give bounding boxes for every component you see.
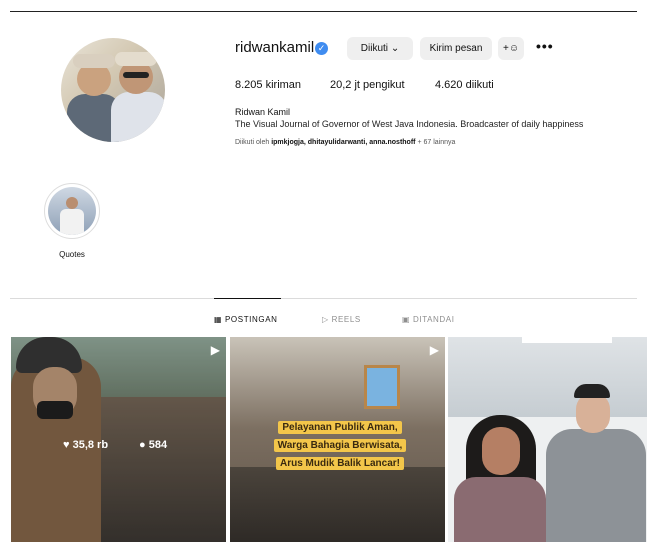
followed-by[interactable]: Diikuti oleh ipmkjogja, dhitayulidarwant…: [235, 139, 455, 146]
following-button-label: Diikuti: [360, 43, 389, 54]
profile-avatar[interactable]: [61, 38, 165, 142]
post-tile[interactable]: [448, 337, 647, 542]
tabs-divider: [10, 298, 637, 299]
following-button[interactable]: Diikuti ⌄: [347, 37, 413, 60]
top-border: [10, 11, 637, 12]
send-message-button[interactable]: Kirim pesan: [420, 37, 492, 60]
reel-icon: ▶: [210, 343, 220, 357]
chevron-down-icon: ⌄: [390, 43, 400, 54]
post-tile[interactable]: ▶ Pelayanan Publik Aman, Warga Bahagia B…: [230, 337, 445, 542]
likes-count: 35,8 rb: [72, 439, 109, 451]
profile-full-name: Ridwan Kamil: [235, 107, 291, 117]
posts-count: 8.205 kiriman: [235, 79, 302, 91]
tab-posts[interactable]: ▦ POSTINGAN: [214, 315, 278, 324]
active-tab-indicator: [214, 298, 281, 299]
reels-icon: ▷: [322, 315, 329, 324]
followed-by-names: ipmkjogja, dhitayulidarwanti, anna.nosth…: [271, 139, 416, 146]
followed-by-suffix: + 67 lainnya: [417, 139, 456, 146]
heart-icon: ♥: [63, 439, 70, 451]
tab-reels[interactable]: ▷ REELS: [322, 315, 361, 324]
reel-icon: ▶: [429, 343, 439, 357]
highlight-quotes[interactable]: [44, 183, 100, 239]
followed-by-prefix: Diikuti oleh: [235, 139, 270, 146]
banner-line: Warga Bahagia Berwisata,: [273, 439, 407, 452]
likes-stat: ♥ 35,8 rb: [63, 439, 108, 451]
banner-line: Pelayanan Publik Aman,: [278, 421, 402, 434]
tab-label: REELS: [331, 315, 361, 324]
tab-label: DITANDAI: [413, 315, 455, 324]
comment-icon: ●: [139, 439, 146, 451]
highlight-label: Quotes: [59, 250, 85, 259]
verified-badge-icon: ✓: [315, 42, 328, 55]
following-count[interactable]: 4.620 diikuti: [435, 79, 494, 91]
more-options-icon[interactable]: •••: [536, 38, 554, 54]
comments-count: 584: [148, 439, 168, 451]
comments-stat: ● 584: [139, 439, 167, 451]
post-banner: Pelayanan Publik Aman, Warga Bahagia Ber…: [262, 417, 418, 470]
tagged-icon: ▣: [402, 315, 411, 324]
banner-line: Arus Mudik Balik Lancar!: [275, 457, 405, 470]
tab-tagged[interactable]: ▣ DITANDAI: [402, 315, 455, 324]
grid-icon: ▦: [214, 315, 223, 324]
tab-label: POSTINGAN: [225, 315, 278, 324]
add-user-button[interactable]: +☺: [498, 37, 524, 60]
profile-bio: The Visual Journal of Governor of West J…: [235, 119, 584, 129]
followers-count[interactable]: 20,2 jt pengikut: [330, 79, 405, 91]
profile-username: ridwankamil: [235, 39, 315, 56]
post-tile[interactable]: ▶ ♥ 35,8 rb ● 584: [11, 337, 226, 542]
